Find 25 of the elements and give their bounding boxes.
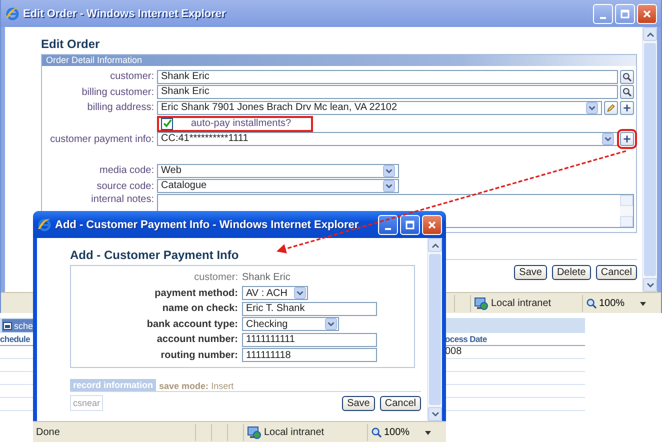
- field-label: source code:: [96, 180, 154, 192]
- field-label: customer payment info:: [49, 134, 154, 145]
- page-heading: Add - Customer Payment Info: [70, 247, 240, 263]
- user-name: csnear: [70, 395, 104, 411]
- window-title: Edit Order - Windows Internet Explorer: [23, 8, 227, 20]
- field-label: customer:: [193, 272, 238, 284]
- save-mode-text: save mode: Insert: [159, 381, 234, 391]
- field-label: billing customer:: [80, 86, 154, 98]
- field-label: media code:: [98, 165, 154, 176]
- field-label: internal notes:: [90, 194, 154, 205]
- page-heading: Edit Order: [41, 36, 101, 52]
- field-label: payment method:: [154, 288, 238, 299]
- status-text: Done: [36, 427, 60, 438]
- zone-text: Local intranet: [264, 427, 324, 438]
- field-label: account number:: [156, 334, 238, 346]
- field-label: customer:: [109, 71, 154, 82]
- window-title: Add - Customer Payment Info - Windows Internet Explorer: [55, 218, 360, 230]
- zone-text: Local intranet: [491, 298, 552, 309]
- field-value: Shank Eric: [242, 272, 292, 284]
- panel-title: Order Detail Information: [42, 55, 636, 66]
- field-label: routing number:: [160, 350, 238, 361]
- field-label: name on check:: [161, 303, 238, 314]
- field-label: billing address:: [86, 102, 154, 114]
- checkbox-label: auto-pay installments?: [191, 118, 292, 129]
- field-label: bank account type:: [146, 318, 238, 330]
